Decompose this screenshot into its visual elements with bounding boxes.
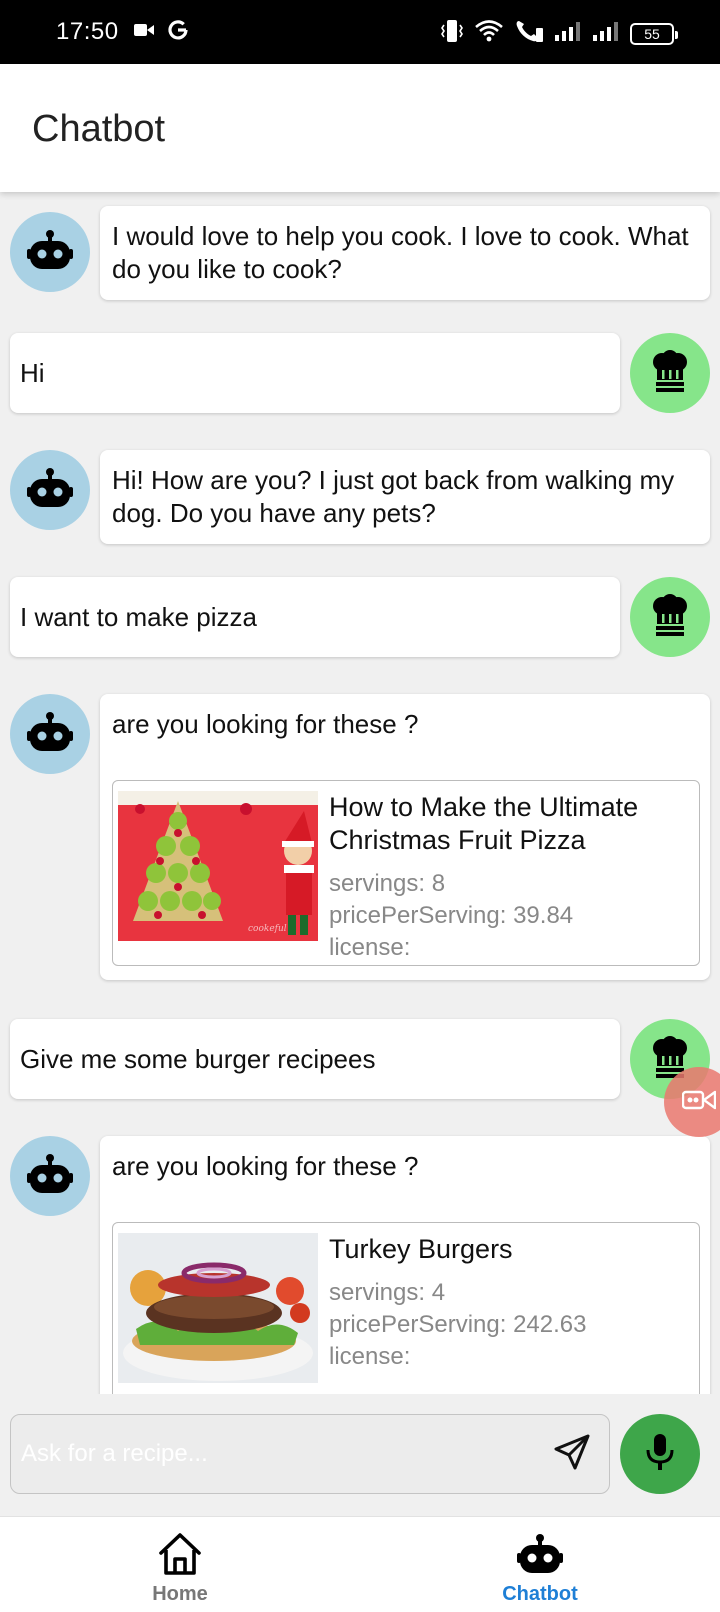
recipe-servings: servings: 8 xyxy=(329,870,446,897)
bot-avatar xyxy=(10,694,90,774)
bot-avatar xyxy=(10,1136,90,1216)
microphone-icon xyxy=(645,1432,675,1477)
status-bar: 17:50 55 xyxy=(0,0,720,64)
robot-icon xyxy=(27,467,73,514)
user-avatar xyxy=(630,577,710,657)
bot-avatar xyxy=(10,212,90,292)
page-title: Chatbot xyxy=(32,108,166,150)
battery-icon: 55 xyxy=(630,22,678,45)
message-text: I would love to help you cook. I love to… xyxy=(112,221,689,284)
home-icon xyxy=(157,1531,203,1577)
send-button[interactable] xyxy=(549,1431,595,1477)
status-time: 17:50 xyxy=(56,18,119,45)
video-camera-icon xyxy=(681,1087,717,1118)
bot-message: I would love to help you cook. I love to… xyxy=(100,206,710,300)
wifi-icon xyxy=(474,19,504,48)
user-message: Give me some burger recipees xyxy=(10,1019,620,1099)
send-icon xyxy=(552,1432,592,1477)
recipe-title: How to Make the Ultimate Christmas Fruit… xyxy=(329,792,639,855)
chat-messages[interactable]: I would love to help you cook. I love to… xyxy=(0,192,720,1394)
recipe-query-input[interactable] xyxy=(11,1415,531,1493)
message-text: Give me some burger recipees xyxy=(20,1043,376,1074)
bot-message: are you looking for these ? xyxy=(100,1136,710,1394)
recipe-card[interactable]: cookeful How to Make the Ultimate Christ… xyxy=(112,780,700,966)
message-text: are you looking for these ? xyxy=(112,1151,419,1181)
message-text: I want to make pizza xyxy=(20,601,257,632)
user-message: I want to make pizza xyxy=(10,577,620,657)
voice-input-button[interactable] xyxy=(620,1414,700,1494)
recipe-title: Turkey Burgers xyxy=(329,1234,513,1264)
robot-icon xyxy=(517,1531,563,1577)
video-camera-icon xyxy=(134,22,154,43)
app-header: Chatbot xyxy=(0,64,720,192)
recipe-license: license: xyxy=(329,1343,411,1370)
robot-icon xyxy=(27,229,73,276)
recipe-servings: servings: 4 xyxy=(329,1279,446,1306)
nav-chatbot-label: Chatbot xyxy=(502,1583,578,1605)
signal-icon xyxy=(592,20,620,47)
message-text: Hi! How are you? I just got back from wa… xyxy=(112,465,675,528)
recipe-card[interactable]: Turkey Burgers servings: 4 pricePerServi… xyxy=(112,1222,700,1394)
bot-avatar xyxy=(10,450,90,530)
bot-message: Hi! How are you? I just got back from wa… xyxy=(100,450,710,544)
recipe-license: license: xyxy=(329,934,411,961)
signal-icon xyxy=(554,20,582,47)
nav-chatbot[interactable]: Chatbot xyxy=(450,1517,630,1612)
google-icon xyxy=(166,18,190,47)
robot-icon xyxy=(27,1153,73,1200)
nav-home-label: Home xyxy=(152,1583,208,1605)
message-text: are you looking for these ? xyxy=(112,709,419,739)
recipe-image xyxy=(118,1233,318,1383)
recipe-price: pricePerServing: 242.63 xyxy=(329,1311,587,1338)
nav-home[interactable]: Home xyxy=(90,1517,270,1612)
wifi-calling-icon xyxy=(514,18,544,49)
message-text: Hi xyxy=(20,357,45,388)
user-avatar xyxy=(630,333,710,413)
chat-input-container xyxy=(10,1414,610,1494)
recipe-image: cookeful xyxy=(118,791,318,941)
recipe-image-watermark: cookeful xyxy=(248,924,287,934)
chef-hat-icon xyxy=(650,593,690,641)
robot-icon xyxy=(27,711,73,758)
bot-message: are you looking for these ? xyxy=(100,694,710,980)
chef-hat-icon xyxy=(650,349,690,397)
chat-input-row xyxy=(0,1394,720,1516)
recipe-price: pricePerServing: 39.84 xyxy=(329,902,574,929)
bottom-navigation: Home Chatbot xyxy=(0,1516,720,1612)
vibrate-icon xyxy=(440,18,464,49)
user-message: Hi xyxy=(10,333,620,413)
